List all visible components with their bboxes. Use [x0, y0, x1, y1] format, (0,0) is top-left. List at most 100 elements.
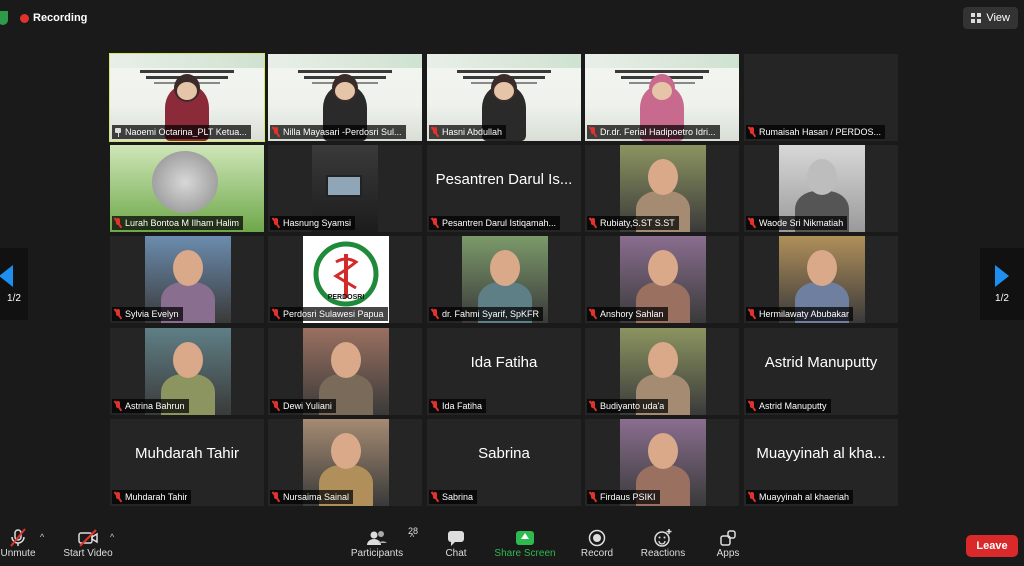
participant-name: Astrina Bahrun [125, 401, 185, 411]
security-shield-icon[interactable] [0, 11, 8, 25]
participant-name: Ida Fatiha [442, 401, 483, 411]
mic-muted-icon [748, 218, 756, 228]
logo-text: PERDOSRI [327, 294, 365, 301]
participant-tile[interactable]: Nursaima Sainal [268, 419, 422, 506]
participant-name-label: Nilla Mayasari -Perdosri Sul... [270, 125, 406, 139]
participants-button[interactable]: 28 Participants [348, 526, 418, 559]
participant-name: dr. Fahmi Syarif, SpKFR [442, 309, 540, 319]
mic-muted-icon [748, 127, 756, 137]
participant-display-name: Astrid Manuputty [764, 354, 878, 371]
participant-tile[interactable]: Rubiaty,S.ST S.ST [585, 145, 739, 232]
participants-icon: 28 [366, 526, 418, 548]
participant-tile[interactable]: Muhdarah Tahir Muhdarah Tahir [110, 419, 264, 506]
grid-view-icon [971, 13, 982, 23]
participant-name: Muayyinah al khaeriah [759, 492, 850, 502]
participant-name: Anshory Sahlan [600, 309, 664, 319]
mic-muted-icon [114, 401, 122, 411]
participant-tile[interactable]: Nilla Mayasari -Perdosri Sul... [268, 54, 422, 141]
participant-name-label: Dr.dr. Ferial Hadipoetro Idri... [587, 125, 720, 139]
participant-tile[interactable]: Sylvia Evelyn [110, 236, 264, 323]
participant-tile[interactable]: Dewi Yuliani [268, 328, 422, 415]
arrow-right-icon [995, 264, 1009, 287]
participant-name-label: Rumaisah Hasan / PERDOS... [746, 125, 886, 139]
participant-tile[interactable]: Hasnung Syamsi [268, 145, 422, 232]
participant-name-label: Perdosri Sulawesi Papua [270, 307, 388, 321]
participant-display-name: Pesantren Darul Is... [435, 171, 573, 188]
recording-indicator[interactable]: Recording [0, 8, 87, 28]
participant-name: Pesantren Darul Istiqamah... [442, 218, 557, 228]
apps-button[interactable]: Apps [714, 528, 742, 559]
participant-tile[interactable]: Pesantren Darul Is... Pesantren Darul Ist… [427, 145, 581, 232]
participant-tile[interactable]: Dr.dr. Ferial Hadipoetro Idri... [585, 54, 739, 141]
next-page-button[interactable]: 1/2 [980, 248, 1024, 320]
participant-name-label: Ida Fatiha [429, 399, 487, 413]
participants-caret-icon[interactable]: ^ [410, 532, 414, 542]
unmute-button[interactable]: Unmute [0, 528, 36, 559]
record-button[interactable]: Record [580, 528, 614, 559]
participant-tile[interactable]: Rumaisah Hasan / PERDOS... [744, 54, 898, 141]
apps-label: Apps [716, 548, 740, 559]
mic-muted-icon [589, 492, 597, 502]
mic-muted-icon [114, 492, 122, 502]
mic-muted-icon [748, 401, 756, 411]
mic-muted-icon [431, 127, 439, 137]
participant-tile[interactable]: Astrid Manuputty Astrid Manuputty [744, 328, 898, 415]
participant-name-label: Naoemi Octarina_PLT Ketua... [112, 125, 251, 139]
participant-name-label: Dewi Yuliani [270, 399, 336, 413]
participant-name-label: Lurah Bontoa M Ilham Halim [112, 216, 244, 230]
participant-tile[interactable]: Anshory Sahlan [585, 236, 739, 323]
participant-name-label: Hermilawaty Abubakar [746, 307, 854, 321]
participant-tile[interactable]: Ida Fatiha Ida Fatiha [427, 328, 581, 415]
participant-name: Rumaisah Hasan / PERDOS... [759, 127, 882, 137]
view-button[interactable]: View [963, 7, 1018, 29]
zoom-meeting-window: Recording View 1/2 1/2 Naoemi Octarina_P… [0, 0, 1024, 566]
participant-name: Rubiaty,S.ST S.ST [600, 218, 675, 228]
participant-tile[interactable]: Naoemi Octarina_PLT Ketua... [109, 53, 265, 142]
participant-name-label: Sabrina [429, 490, 478, 504]
participant-tile[interactable]: Sabrina Sabrina [427, 419, 581, 506]
share-screen-button[interactable]: Share Screen [494, 528, 556, 559]
mic-muted-icon [272, 127, 280, 137]
participant-display-name: Ida Fatiha [470, 354, 538, 371]
participant-tile[interactable]: Hasni Abdullah [427, 54, 581, 141]
participant-tile[interactable]: Lurah Bontoa M Ilham Halim [110, 145, 264, 232]
participant-name-label: Waode Sri Nikmatiah [746, 216, 848, 230]
mic-muted-icon [748, 492, 756, 502]
participant-tile[interactable]: PERDOSRI Perdosri Sulawesi Papua [268, 236, 422, 323]
recording-label: Recording [33, 12, 88, 24]
leave-button[interactable]: Leave [966, 535, 1018, 557]
mic-muted-icon [431, 401, 439, 411]
smiley-plus-icon [653, 528, 673, 548]
mic-muted-icon [272, 492, 280, 502]
participant-tile[interactable]: Budiyanto uda'a [585, 328, 739, 415]
mic-muted-icon [431, 218, 439, 228]
participant-name: Perdosri Sulawesi Papua [283, 309, 384, 319]
participant-tile[interactable]: Waode Sri Nikmatiah [744, 145, 898, 232]
chat-label: Chat [445, 548, 467, 559]
participant-name-label: Hasni Abdullah [429, 125, 507, 139]
chat-button[interactable]: Chat [442, 528, 470, 559]
participant-name-label: Anshory Sahlan [587, 307, 668, 321]
previous-page-button[interactable]: 1/2 [0, 248, 28, 320]
participant-display-name: Muayyinah al kha... [756, 445, 886, 462]
participant-tile[interactable]: Firdaus PSIKI [585, 419, 739, 506]
mic-muted-icon [272, 401, 280, 411]
participant-name: Hasni Abdullah [442, 127, 503, 137]
meeting-toolbar: Unmute ^ Start Video ^ 28 Participants ^… [0, 524, 1024, 566]
participant-name: Budiyanto uda'a [600, 401, 665, 411]
participant-display-name: Sabrina [478, 445, 530, 462]
share-screen-icon [516, 531, 534, 545]
participant-name-label: Nursaima Sainal [270, 490, 354, 504]
unmute-label: Unmute [0, 548, 36, 559]
video-options-caret-icon[interactable]: ^ [110, 532, 114, 542]
audio-options-caret-icon[interactable]: ^ [40, 532, 44, 542]
participant-name: Waode Sri Nikmatiah [759, 218, 844, 228]
start-video-button[interactable]: Start Video [62, 528, 114, 559]
reactions-button[interactable]: Reactions [640, 528, 686, 559]
arrow-left-icon [0, 264, 13, 287]
participant-tile[interactable]: Hermilawaty Abubakar [744, 236, 898, 323]
participant-tile[interactable]: Astrina Bahrun [110, 328, 264, 415]
mic-muted-icon [589, 309, 597, 319]
participant-tile[interactable]: dr. Fahmi Syarif, SpKFR [427, 236, 581, 323]
participant-tile[interactable]: Muayyinah al kha... Muayyinah al khaeriah [744, 419, 898, 506]
